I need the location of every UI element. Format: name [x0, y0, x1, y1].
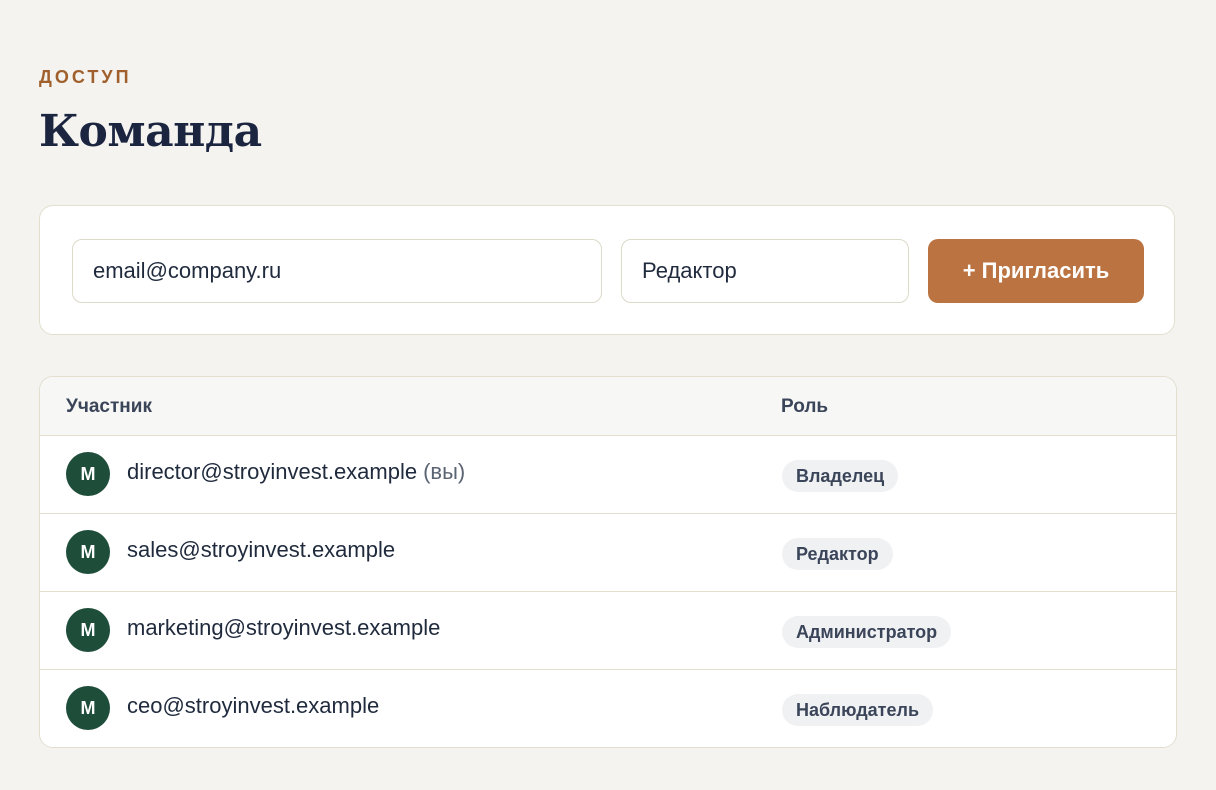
- invite-button[interactable]: + Пригласить: [928, 239, 1144, 303]
- column-header-role: Роль: [781, 396, 829, 417]
- avatar: M: [66, 530, 110, 574]
- table-row: M director@stroyinvest.example (вы) Владе…: [40, 436, 1176, 514]
- table-row: M ceo@stroyinvest.example Наблюдатель: [40, 670, 1176, 747]
- page-title: Команда: [39, 106, 262, 157]
- role-badge: Наблюдатель: [782, 694, 934, 726]
- table-header: Участник Роль: [40, 377, 1176, 436]
- current-user-marker: (вы): [423, 459, 466, 484]
- role-badge: Администратор: [782, 616, 952, 648]
- avatar: M: [66, 608, 110, 652]
- member-email: ceo@stroyinvest.example: [127, 693, 379, 719]
- role-select[interactable]: Редактор: [621, 239, 909, 303]
- member-email-value: director@stroyinvest.example: [127, 459, 418, 484]
- avatar: M: [66, 686, 110, 730]
- member-email: director@stroyinvest.example (вы): [127, 459, 465, 485]
- role-badge: Редактор: [782, 538, 893, 570]
- email-input[interactable]: email@company.ru: [72, 239, 602, 303]
- role-badge: Владелец: [782, 460, 899, 492]
- role-select-value: Редактор: [642, 258, 737, 283]
- section-eyebrow: ДОСТУП: [39, 67, 132, 87]
- email-input-value: email@company.ru: [93, 258, 282, 283]
- member-email: marketing@stroyinvest.example: [127, 615, 440, 641]
- member-email-value: marketing@stroyinvest.example: [127, 615, 441, 640]
- member-email-value: sales@stroyinvest.example: [127, 537, 396, 562]
- table-row: M marketing@stroyinvest.example Админист…: [40, 592, 1176, 670]
- team-table: Участник Роль M director@stroyinvest.exa…: [39, 376, 1177, 748]
- column-header-member: Участник: [66, 396, 152, 417]
- member-email-value: ceo@stroyinvest.example: [127, 693, 380, 718]
- invite-form: email@company.ru Редактор + Пригласить: [39, 205, 1175, 335]
- table-row: M sales@stroyinvest.example Редактор: [40, 514, 1176, 592]
- avatar: M: [66, 452, 110, 496]
- member-email: sales@stroyinvest.example: [127, 537, 395, 563]
